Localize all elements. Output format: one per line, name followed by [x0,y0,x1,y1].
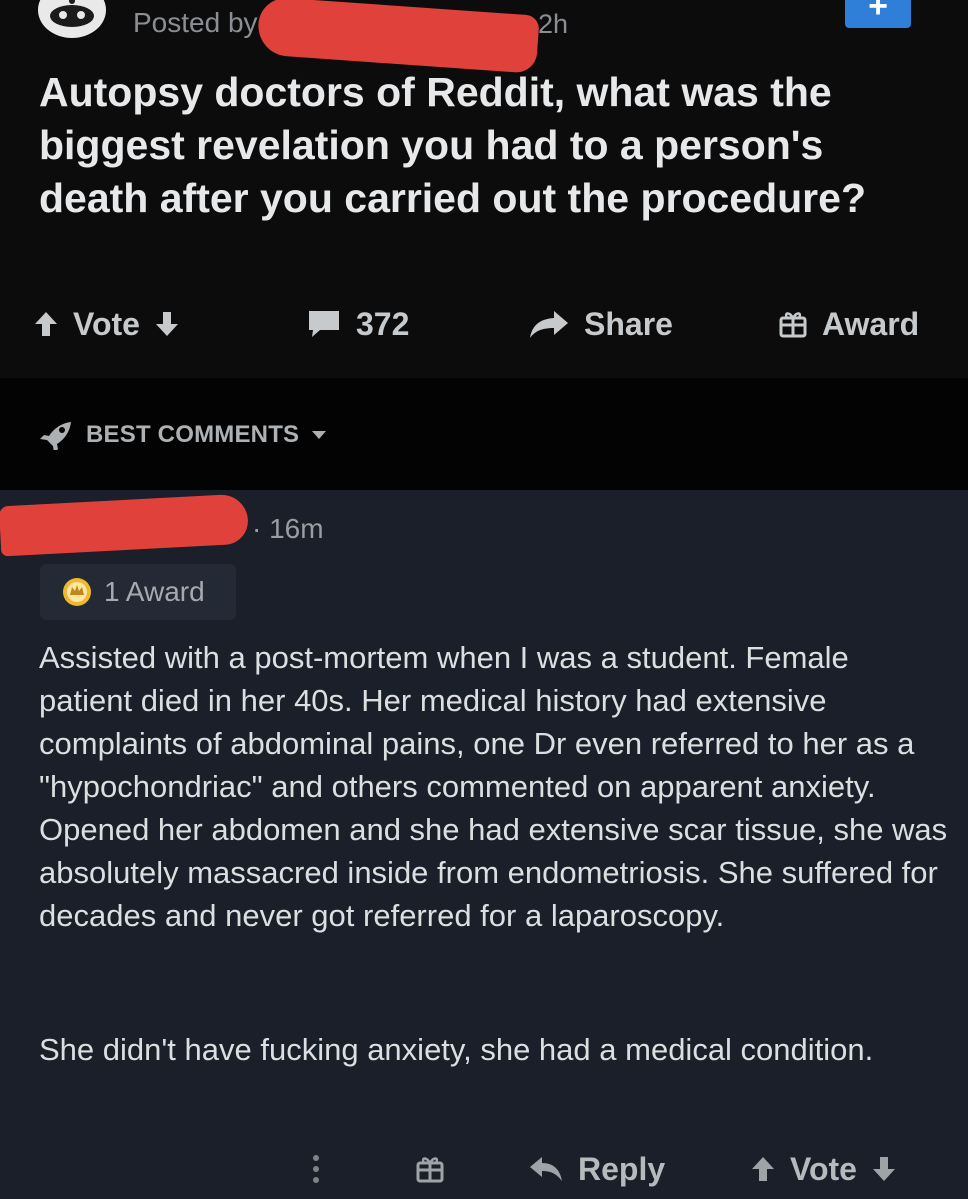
comment-award-badge[interactable]: 1 Award [40,564,236,620]
chevron-down-icon [312,431,327,439]
gift-icon [416,1157,444,1183]
award-label: Award [822,305,920,342]
post-title: Autopsy doctors of Reddit, what was the … [39,69,866,221]
post-vote-group: Vote [33,300,180,348]
comment-body-paragraph-2: She didn't have fucking anxiety, she had… [39,1032,874,1067]
sort-label: BEST COMMENTS [86,421,300,448]
reply-icon [530,1157,562,1181]
sort-dropdown[interactable]: BEST COMMENTS [38,420,327,450]
comments-button[interactable]: 372 [306,300,409,348]
comment-action-bar: Reply Vote [0,1145,968,1193]
plus-icon: + [868,0,888,25]
post-age: 2h [538,9,569,39]
posted-by-label: Posted by [133,7,258,38]
comment-award-button[interactable] [415,1145,445,1193]
post-action-bar: Vote 372 Share Award [0,300,968,348]
commenter-redaction [0,493,250,557]
gift-icon [779,312,807,338]
post-vote-label: Vote [73,305,140,342]
comment-age: · 16m [252,513,324,544]
comment-award-label: 1 Award [104,576,205,607]
comment-icon [309,311,339,337]
comment-vote-group: Vote [750,1145,897,1193]
more-options-button[interactable] [310,1145,322,1193]
comment-vote-label: Vote [790,1150,857,1187]
snoo-icon [50,0,94,27]
author-redaction [256,0,540,74]
share-icon [530,311,568,338]
rocket-icon [40,422,71,450]
more-vertical-icon [313,1155,319,1183]
comments-count: 372 [356,305,410,342]
award-button[interactable]: Award [778,300,919,348]
subreddit-avatar[interactable] [38,0,106,38]
upvote-icon[interactable] [33,310,59,338]
comment-body-paragraph-1: Assisted with a post-mortem when I was a… [39,640,948,933]
reply-button[interactable]: Reply [528,1145,665,1193]
reply-label: Reply [578,1150,666,1187]
downvote-icon[interactable] [154,310,180,338]
share-button[interactable]: Share [528,300,673,348]
share-label: Share [584,305,673,342]
join-button[interactable]: + [845,0,911,28]
post-header: Posted by 2h + Autopsy doctors of Reddit… [0,0,968,378]
award-medal-icon [63,578,91,606]
upvote-icon[interactable] [750,1155,776,1183]
downvote-icon[interactable] [871,1155,897,1183]
